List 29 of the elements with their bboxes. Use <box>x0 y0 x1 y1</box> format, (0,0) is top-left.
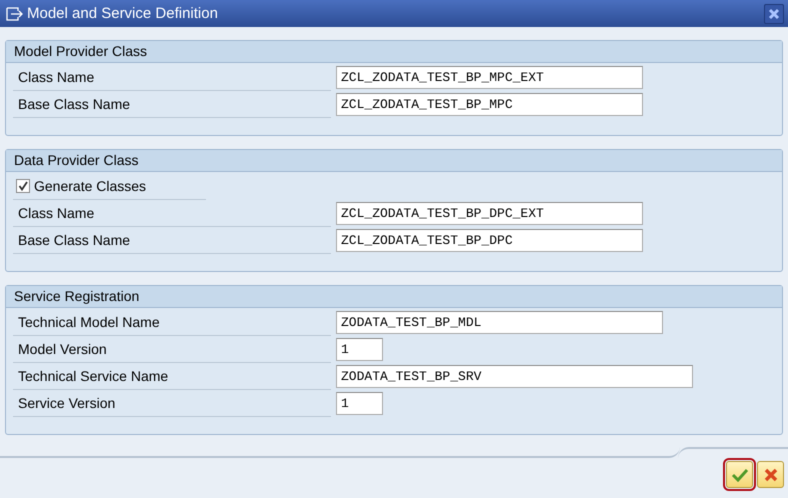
checkbox-label[interactable]: Generate Classes <box>34 176 146 196</box>
field-label: Service Version <box>18 394 116 412</box>
field-label: Model Version <box>18 340 107 358</box>
close-button[interactable] <box>764 4 784 24</box>
input-field[interactable]: ZCL_ZODATA_TEST_BP_DPC <box>336 229 643 252</box>
field-label: Technical Model Name <box>18 312 160 332</box>
field-label: Base Class Name <box>18 94 130 114</box>
input-field[interactable]: 1 <box>336 338 383 361</box>
confirm-button[interactable] <box>726 461 753 488</box>
checkmark-icon <box>730 468 748 482</box>
group-title: Service Registration <box>6 286 782 308</box>
dialog-icon <box>6 6 23 20</box>
input-field[interactable]: ZCL_ZODATA_TEST_BP_MPC_EXT <box>336 66 643 89</box>
field-label: Base Class Name <box>18 230 130 250</box>
close-icon <box>768 8 780 20</box>
group-title: Model Provider Class <box>6 41 782 63</box>
input-field[interactable]: 1 <box>336 392 383 415</box>
group-title: Data Provider Class <box>6 150 782 172</box>
window-title: Model and Service Definition <box>27 4 218 24</box>
field-label: Technical Service Name <box>18 366 168 386</box>
input-field[interactable]: ZCL_ZODATA_TEST_BP_DPC_EXT <box>336 202 643 225</box>
input-field[interactable]: ZCL_ZODATA_TEST_BP_MPC <box>336 93 643 116</box>
cancel-icon <box>764 468 778 482</box>
checkbox[interactable] <box>16 179 30 193</box>
field-label: Class Name <box>18 68 94 86</box>
input-field[interactable]: ZODATA_TEST_BP_MDL <box>336 311 663 334</box>
cancel-button[interactable] <box>757 461 784 488</box>
field-label: Class Name <box>18 204 94 222</box>
input-field[interactable]: ZODATA_TEST_BP_SRV <box>336 365 693 388</box>
